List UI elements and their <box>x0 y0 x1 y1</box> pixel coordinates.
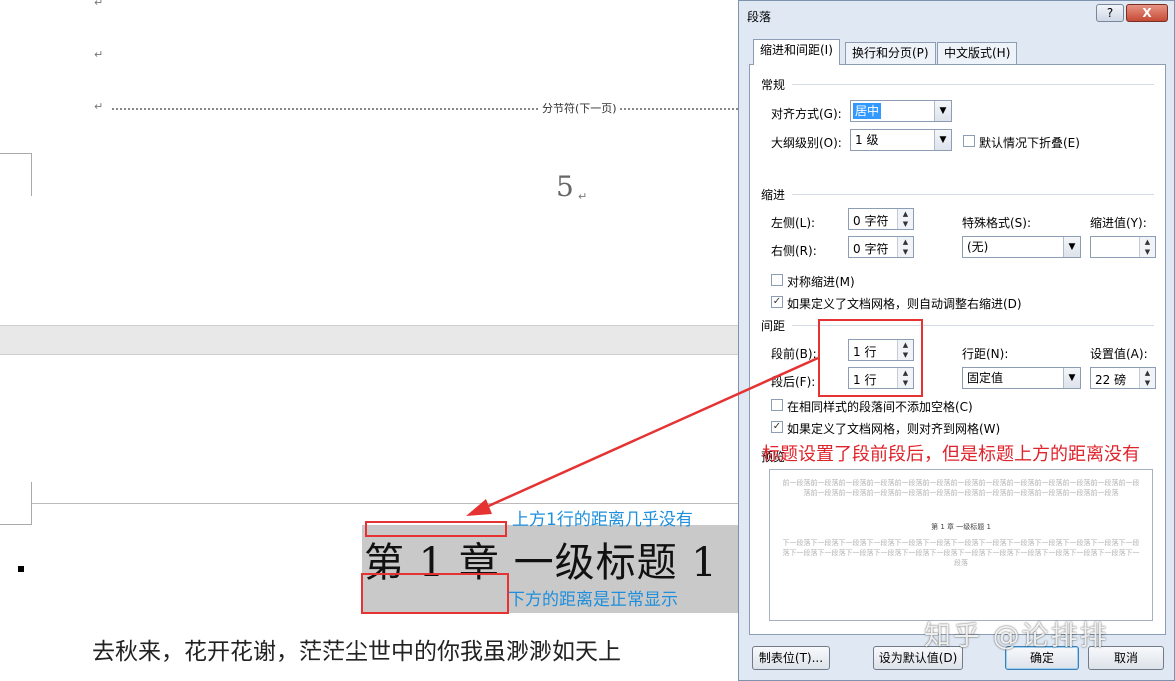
tab-indent-spacing[interactable]: 缩进和间距(I) <box>753 39 840 65</box>
annotation-arrow <box>466 356 819 516</box>
watermark: 知乎 @论排排 <box>924 621 1109 652</box>
